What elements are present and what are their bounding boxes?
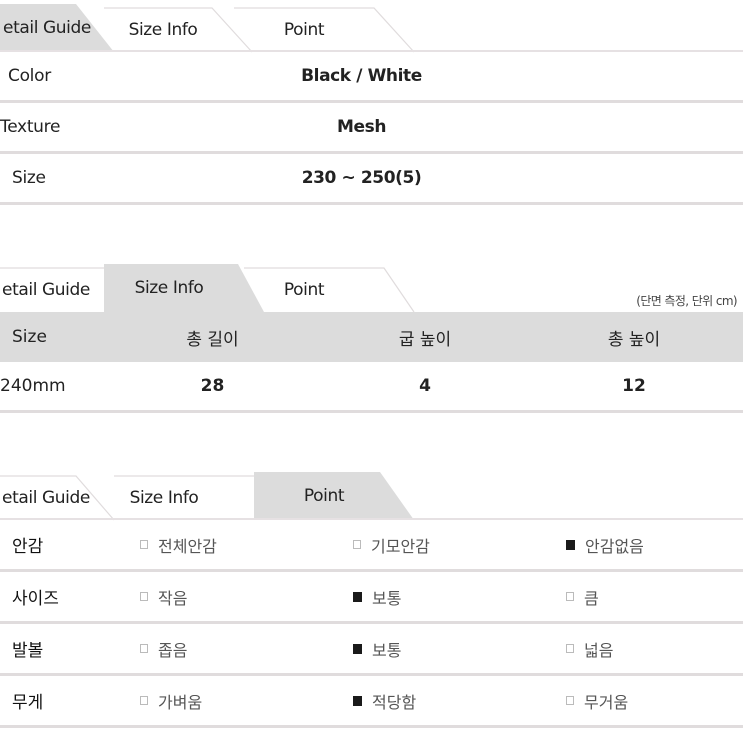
option[interactable]: 가벼움 <box>140 689 353 713</box>
tab-bar-divider <box>0 518 743 520</box>
point-row-width: 발볼 좁음 보통 넓음 <box>0 624 743 676</box>
tab-label: Size Info <box>134 278 204 298</box>
option[interactable]: 좁음 <box>140 637 353 661</box>
tab-label: Point <box>303 486 345 506</box>
tab-label: Size Info <box>128 20 198 40</box>
checkbox-checked-icon[interactable] <box>353 591 362 602</box>
tab-bar-divider <box>0 50 743 52</box>
tab-label: Point <box>283 20 325 40</box>
point-section: etail Guide Size Info Point 안감 전체안감 기모안감… <box>0 468 743 728</box>
option[interactable]: 작음 <box>140 585 353 609</box>
table-row: Color Black / White <box>0 52 743 103</box>
row-label: Size <box>12 168 46 188</box>
tab-bar: etail Guide Size Info Point <box>0 468 743 521</box>
tab-size-info[interactable]: Size Info <box>104 7 253 53</box>
option[interactable]: 넓음 <box>566 637 743 661</box>
option-label: 가벼움 <box>158 692 203 712</box>
option[interactable]: 무거움 <box>566 689 743 713</box>
option[interactable]: 기모안감 <box>353 533 566 557</box>
point-row-weight: 무게 가벼움 적당함 무거움 <box>0 676 743 728</box>
column-header: 굽 높이 <box>398 329 452 350</box>
option-label: 넓음 <box>584 640 614 660</box>
row-value: 230 ~ 250(5) <box>301 168 422 188</box>
option[interactable]: 적당함 <box>353 689 566 713</box>
tab-size-info[interactable]: Size Info <box>104 475 254 520</box>
tab-point[interactable]: Point <box>234 7 415 53</box>
tab-bar: etail Guide Size Info Point (단면 측정, 단위 c… <box>0 260 743 313</box>
table-cell: 4 <box>419 376 431 396</box>
tab-bar: etail Guide Size Info Point <box>0 0 743 53</box>
option-label: 기모안감 <box>371 536 430 556</box>
row-label: Color <box>8 66 51 86</box>
measurement-note: (단면 측정, 단위 cm) <box>636 294 737 308</box>
option[interactable]: 보통 <box>353 637 566 661</box>
option-label: 좁음 <box>158 640 188 660</box>
option[interactable]: 전체안감 <box>140 533 353 557</box>
row-value: Mesh <box>336 117 387 137</box>
table-cell: 240mm <box>0 376 66 396</box>
option[interactable]: 큼 <box>566 585 743 609</box>
checkbox-icon[interactable] <box>140 644 148 653</box>
column-header: Size <box>12 327 47 347</box>
table-header-row: Size 총 길이 굽 높이 총 높이 <box>0 312 743 362</box>
option-label: 보통 <box>372 640 402 660</box>
row-label: Texture <box>0 117 61 137</box>
column-header: 총 높이 <box>607 329 661 350</box>
row-label: 사이즈 <box>12 589 59 609</box>
size-info-section: etail Guide Size Info Point (단면 측정, 단위 c… <box>0 260 743 413</box>
checkbox-icon[interactable] <box>353 540 361 549</box>
checkbox-icon[interactable] <box>566 696 574 705</box>
checkbox-icon[interactable] <box>140 540 148 549</box>
tab-label: etail Guide <box>2 280 90 300</box>
row-label: 무게 <box>12 693 44 713</box>
table-row: Size 230 ~ 250(5) <box>0 154 743 205</box>
checkbox-checked-icon[interactable] <box>353 643 362 654</box>
point-row-size: 사이즈 작음 보통 큼 <box>0 572 743 624</box>
tab-point[interactable]: Point <box>234 267 415 313</box>
detail-guide-section: etail Guide Size Info Point Color Black … <box>0 0 743 205</box>
option-label: 큼 <box>584 588 599 608</box>
option-label: 전체안감 <box>158 536 217 556</box>
option-label: 무거움 <box>584 692 629 712</box>
checkbox-checked-icon[interactable] <box>353 695 362 706</box>
tab-label: Point <box>283 280 325 300</box>
option-label: 보통 <box>372 588 402 608</box>
checkbox-checked-icon[interactable] <box>566 539 575 550</box>
tab-point[interactable]: Point <box>254 472 414 520</box>
row-label: 발볼 <box>12 641 44 661</box>
tab-detail-guide[interactable]: etail Guide <box>0 4 114 52</box>
checkbox-icon[interactable] <box>140 592 148 601</box>
option-label: 안감없음 <box>585 536 644 556</box>
option-label: 적당함 <box>372 692 417 712</box>
column-header: 총 길이 <box>186 329 239 350</box>
tab-label: Size Info <box>129 488 199 508</box>
checkbox-icon[interactable] <box>140 696 148 705</box>
tab-detail-guide[interactable]: etail Guide <box>0 475 115 521</box>
tab-detail-guide[interactable]: etail Guide <box>0 267 114 312</box>
table-cell: 28 <box>200 376 225 396</box>
checkbox-icon[interactable] <box>566 592 574 601</box>
option-label: 작음 <box>158 588 188 608</box>
option[interactable]: 안감없음 <box>566 533 743 557</box>
table-row: Texture Mesh <box>0 103 743 154</box>
checkbox-icon[interactable] <box>566 644 574 653</box>
table-cell: 12 <box>622 376 646 396</box>
option[interactable]: 보통 <box>353 585 566 609</box>
point-row-lining: 안감 전체안감 기모안감 안감없음 <box>0 520 743 572</box>
table-row: 240mm 28 4 12 <box>0 362 743 413</box>
row-value: Black / White <box>301 66 422 86</box>
row-label: 안감 <box>12 537 44 557</box>
tab-label: etail Guide <box>3 18 91 38</box>
tab-label: etail Guide <box>2 488 90 508</box>
